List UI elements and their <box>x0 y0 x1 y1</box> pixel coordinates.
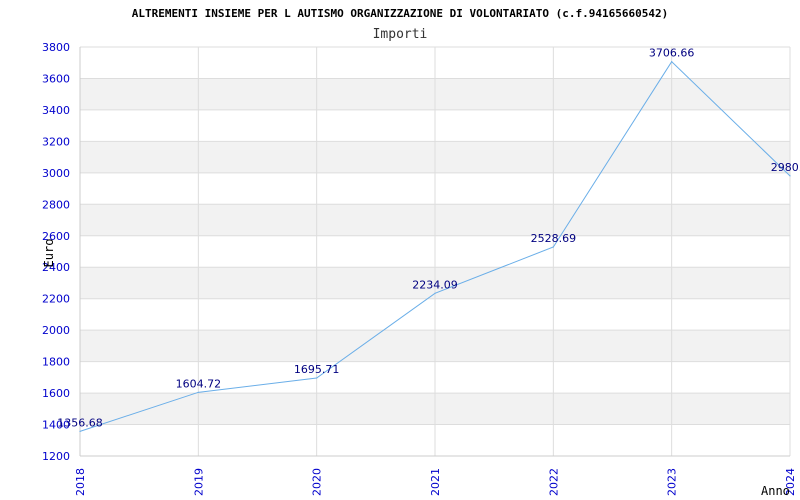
chart-subtitle: Importi <box>373 27 428 42</box>
y-tick-label: 1200 <box>42 450 70 463</box>
y-axis-label: Euro <box>42 239 56 268</box>
x-tick-label: 2022 <box>547 468 560 496</box>
data-point <box>434 292 436 294</box>
data-point <box>316 377 318 379</box>
x-axis-ticks: 2018 2019 2020 2021 2022 2023 2024 <box>74 468 797 496</box>
data-label: 2528.69 <box>531 232 577 245</box>
data-point <box>552 246 554 248</box>
y-tick-label: 3200 <box>42 135 70 148</box>
chart-title: ALTREMENTI INSIEME PER L AUTISMO ORGANIZ… <box>132 7 668 20</box>
x-tick-label: 2023 <box>666 468 679 496</box>
y-tick-label: 2000 <box>42 324 70 337</box>
data-point <box>671 61 673 63</box>
y-tick-label: 2200 <box>42 293 70 306</box>
y-tick-label: 2800 <box>42 198 70 211</box>
data-label: 3706.66 <box>649 47 695 60</box>
y-tick-label: 1800 <box>42 356 70 369</box>
data-label: 2234.09 <box>412 278 458 291</box>
line-chart: ALTREMENTI INSIEME PER L AUTISMO ORGANIZ… <box>42 7 800 498</box>
x-tick-label: 2021 <box>429 468 442 496</box>
y-tick-label: 1600 <box>42 387 70 400</box>
y-tick-label: 3000 <box>42 167 70 180</box>
x-tick-label: 2020 <box>311 468 324 496</box>
y-tick-label: 3800 <box>42 41 70 54</box>
data-label: 1695.71 <box>294 363 340 376</box>
data-point <box>197 391 199 393</box>
data-label: 1356.68 <box>57 416 103 429</box>
y-tick-label: 3400 <box>42 104 70 117</box>
x-tick-label: 2019 <box>192 468 205 496</box>
data-label: 1604.72 <box>176 377 222 390</box>
data-point <box>789 175 791 177</box>
x-tick-label: 2018 <box>74 468 87 496</box>
data-point <box>79 430 81 432</box>
data-label: 2980.6 <box>771 161 800 174</box>
x-axis-label: Anno <box>761 484 790 498</box>
y-tick-label: 3600 <box>42 72 70 85</box>
